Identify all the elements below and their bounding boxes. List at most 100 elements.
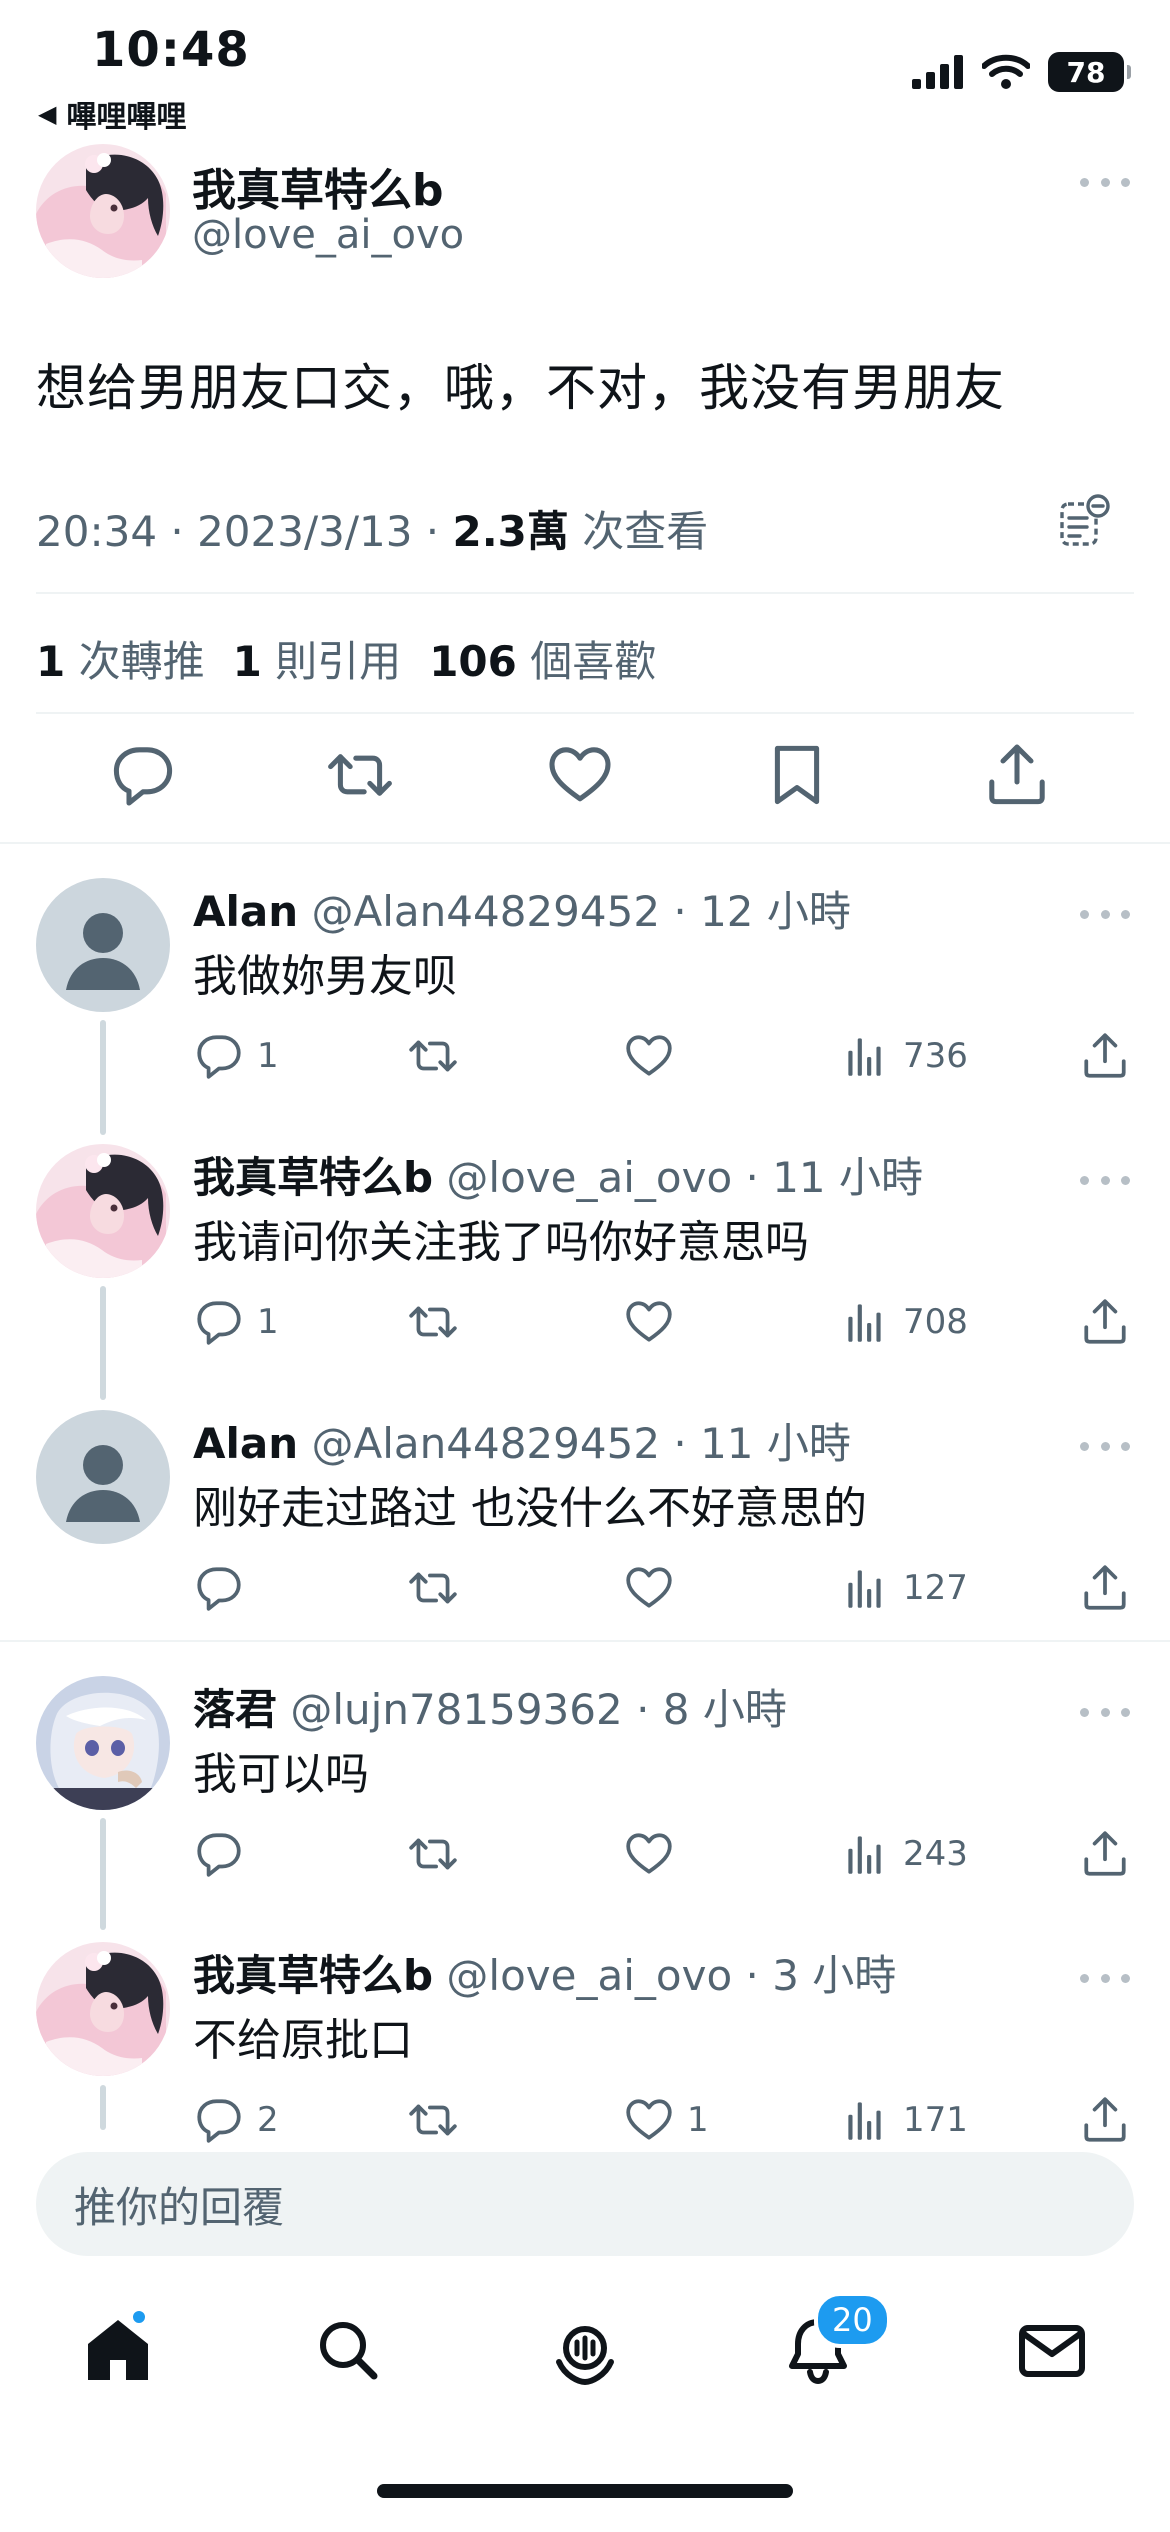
reply-text: 不给原批口 xyxy=(193,2015,413,2066)
avatar[interactable] xyxy=(36,1942,170,2076)
reply-icon xyxy=(197,2099,241,2143)
avatar[interactable] xyxy=(36,1144,170,1278)
reply-header: 我真草特么b @love_ai_ovo · 11 小時 xyxy=(193,1144,923,1205)
views-count: 171 xyxy=(903,2100,968,2140)
more-options-icon[interactable] xyxy=(1080,1436,1130,1456)
tweet-timestamp[interactable]: 20:34 · 2023/3/13 · xyxy=(36,507,453,556)
reply-placeholder: 推你的回覆 xyxy=(74,2182,285,2232)
bookmark-icon[interactable] xyxy=(762,740,832,810)
notifications-tab[interactable]: 20 xyxy=(778,2292,891,2390)
retweet-icon xyxy=(409,1306,457,1338)
reply-text: 我做妳男友呗 xyxy=(193,951,457,1002)
more-options-icon[interactable] xyxy=(1080,1968,1130,1988)
back-to-app-button[interactable]: ◀ 嗶哩嗶哩 xyxy=(38,92,186,136)
signal-icon xyxy=(912,55,963,89)
divider xyxy=(0,842,1170,844)
views-count: 708 xyxy=(903,1302,968,1342)
share-button[interactable] xyxy=(1079,2092,1131,2148)
like-button[interactable]: 1 xyxy=(623,2092,709,2148)
reply-count: 1 xyxy=(257,1302,279,1342)
retweet-button[interactable] xyxy=(407,1560,459,1616)
avatar[interactable] xyxy=(36,878,170,1012)
views-button[interactable]: 736 xyxy=(839,1028,968,1084)
share-icon xyxy=(1084,1831,1126,1876)
more-options-icon[interactable] xyxy=(1080,904,1130,924)
more-options-icon[interactable] xyxy=(1080,1170,1130,1190)
reply-icon[interactable] xyxy=(108,740,178,810)
like-icon[interactable] xyxy=(545,740,615,810)
share-button[interactable] xyxy=(1079,1028,1131,1084)
retweet-button[interactable] xyxy=(407,1028,459,1084)
share-icon[interactable] xyxy=(982,740,1052,810)
author-handle-time[interactable]: @Alan44829452 · 12 小時 xyxy=(298,887,851,936)
reply-tweet[interactable]: Alan @Alan44829452 · 12 小時 我做妳男友呗 1 736 xyxy=(0,858,1170,1123)
retweets-stat[interactable]: 1 次轉推 xyxy=(36,628,205,689)
reply-tweet[interactable]: 我真草特么b @love_ai_ovo · 11 小時 我请问你关注我了吗你好意… xyxy=(0,1124,1170,1389)
retweet-icon[interactable] xyxy=(325,740,395,810)
author-handle-time[interactable]: @love_ai_ovo · 3 小時 xyxy=(433,1951,896,2000)
reply-icon xyxy=(197,1301,241,1345)
reply-tweet[interactable]: Alan @Alan44829452 · 11 小時 刚好走过路过 也没什么不好… xyxy=(0,1390,1170,1655)
reply-text: 刚好走过路过 也没什么不好意思的 xyxy=(193,1483,867,1534)
reply-button[interactable]: 1 xyxy=(193,1028,279,1084)
author-name[interactable]: 我真草特么b xyxy=(193,1951,433,2000)
status-time: 10:48 xyxy=(92,22,250,78)
avatar[interactable] xyxy=(36,1676,170,1810)
author-name[interactable]: Alan xyxy=(193,1419,298,1468)
search-tab[interactable] xyxy=(308,2310,388,2390)
engagement-stats: 1 次轉推 1 則引用 106 個喜歡 xyxy=(36,628,656,689)
spaces-icon xyxy=(556,2326,614,2386)
author-name[interactable]: 落君 xyxy=(193,1685,277,1734)
reply-actions: 2 1 171 xyxy=(193,2092,1133,2152)
home-indicator[interactable] xyxy=(377,2484,793,2498)
quotes-stat[interactable]: 1 則引用 xyxy=(233,628,402,689)
author-handle-time[interactable]: @love_ai_ovo · 11 小時 xyxy=(433,1153,923,1202)
reply-button[interactable] xyxy=(193,1826,257,1882)
messages-icon xyxy=(1019,2325,1085,2377)
messages-tab[interactable] xyxy=(1012,2310,1092,2390)
author-handle-time[interactable]: @Alan44829452 · 11 小時 xyxy=(298,1419,851,1468)
home-tab[interactable] xyxy=(78,2308,158,2390)
views-icon xyxy=(848,1570,881,1608)
author-name[interactable]: 我真草特么b xyxy=(193,1153,433,1202)
author-name[interactable]: 我真草特么b xyxy=(192,154,444,218)
notifications-badge: 20 xyxy=(814,2292,891,2348)
avatar[interactable] xyxy=(36,1410,170,1544)
view-analytics-icon[interactable] xyxy=(1054,492,1114,552)
reply-header: 落君 @lujn78159362 · 8 小時 xyxy=(193,1676,787,1737)
share-icon xyxy=(1084,1565,1126,1610)
reply-input[interactable]: 推你的回覆 xyxy=(36,2152,1134,2256)
author-handle-time[interactable]: @lujn78159362 · 8 小時 xyxy=(277,1685,786,1734)
reply-button[interactable]: 1 xyxy=(193,1294,279,1350)
spaces-tab[interactable] xyxy=(545,2310,625,2390)
tweet-actions xyxy=(0,740,1170,820)
views-icon xyxy=(848,1836,881,1874)
avatar[interactable] xyxy=(36,144,170,278)
search-icon xyxy=(320,2322,378,2380)
retweet-button[interactable] xyxy=(407,1294,459,1350)
like-button[interactable] xyxy=(623,1826,687,1882)
more-options-icon[interactable] xyxy=(1080,1702,1130,1722)
share-button[interactable] xyxy=(1079,1560,1131,1616)
share-button[interactable] xyxy=(1079,1294,1131,1350)
reply-tweet[interactable]: 我真草特么b @love_ai_ovo · 3 小時 不给原批口 2 1 171 xyxy=(0,1922,1170,2187)
share-button[interactable] xyxy=(1079,1826,1131,1882)
more-options-icon[interactable] xyxy=(1080,172,1130,192)
like-button[interactable] xyxy=(623,1028,687,1084)
retweet-button[interactable] xyxy=(407,2092,459,2148)
reply-header: Alan @Alan44829452 · 11 小時 xyxy=(193,1410,851,1471)
divider xyxy=(36,712,1134,714)
views-button[interactable]: 127 xyxy=(839,1560,968,1616)
likes-stat[interactable]: 106 個喜歡 xyxy=(429,628,656,689)
reply-tweet[interactable]: 落君 @lujn78159362 · 8 小時 我可以吗 243 xyxy=(0,1656,1170,1921)
views-button[interactable]: 171 xyxy=(839,2092,968,2148)
reply-button[interactable]: 2 xyxy=(193,2092,279,2148)
views-button[interactable]: 243 xyxy=(839,1826,968,1882)
like-button[interactable] xyxy=(623,1294,687,1350)
views-button[interactable]: 708 xyxy=(839,1294,968,1350)
author-name[interactable]: Alan xyxy=(193,887,298,936)
retweet-button[interactable] xyxy=(407,1826,459,1882)
author-handle[interactable]: @love_ai_ovo xyxy=(192,212,464,258)
like-button[interactable] xyxy=(623,1560,687,1616)
reply-button[interactable] xyxy=(193,1560,257,1616)
